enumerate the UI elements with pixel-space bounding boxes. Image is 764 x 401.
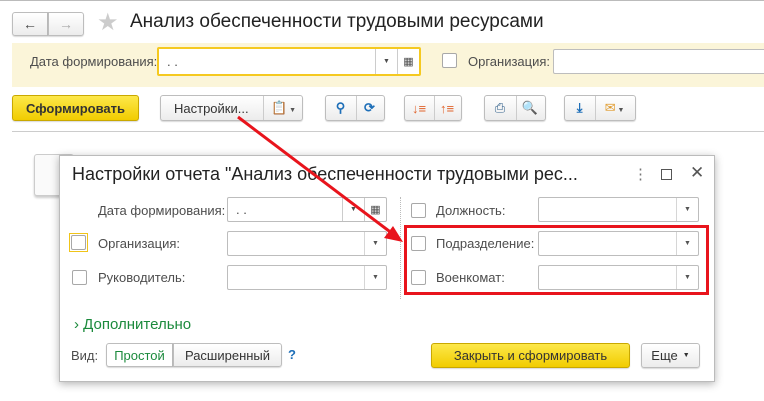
annotation-arrow bbox=[237, 115, 403, 242]
